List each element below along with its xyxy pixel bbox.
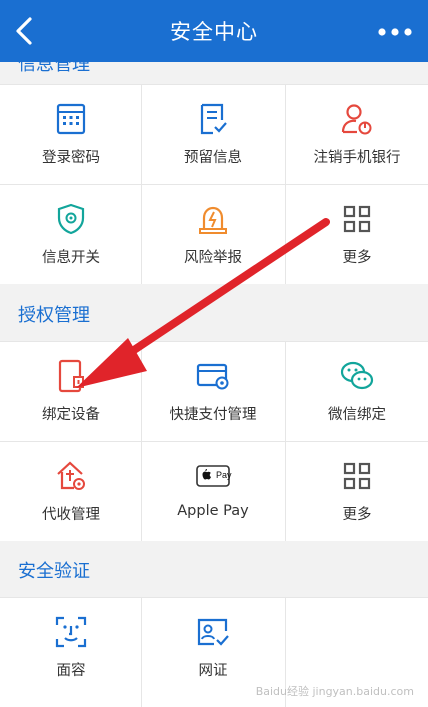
bind-device-item[interactable]: 绑定设备: [0, 341, 142, 440]
grid-icon: [343, 205, 371, 233]
risk-report-item[interactable]: 风险举报: [142, 184, 284, 283]
login-password-item[interactable]: 登录密码: [0, 84, 142, 183]
shield-gear-icon: [57, 203, 85, 235]
more-item[interactable]: 更多: [286, 441, 428, 540]
section-title: 安全验证: [18, 561, 90, 582]
item-label: 信息开关: [42, 250, 100, 266]
item-label: 代收管理: [42, 507, 100, 523]
item-label: 风险举报: [184, 250, 242, 266]
quick-pay-management-item[interactable]: 快捷支付管理: [142, 341, 284, 440]
document-check-icon: [200, 103, 227, 135]
item-label: Apple Pay: [177, 503, 249, 519]
item-label: 面容: [56, 663, 86, 679]
section-title: 授权管理: [18, 305, 90, 326]
keypad-icon: [56, 103, 86, 135]
id-card-icon: [197, 618, 229, 646]
face-scan-icon: [55, 616, 87, 648]
cancel-mobile-banking-item[interactable]: 注销手机银行: [286, 84, 428, 183]
item-label: 快捷支付管理: [169, 407, 257, 423]
section-header-verification: 安全验证: [0, 541, 428, 597]
grid-icon: [343, 462, 371, 490]
item-label: 注销手机银行: [313, 150, 401, 166]
authorization-grid: 绑定设备 快捷支付管理 微信绑定 代收管理 Pay Apple Pay 更多: [0, 341, 428, 541]
more-item[interactable]: 更多: [286, 184, 428, 283]
item-label: 更多: [342, 250, 372, 266]
item-label: 网证: [198, 663, 228, 679]
section-header-authorization: 授权管理: [0, 285, 428, 341]
alarm-light-icon: [199, 206, 227, 234]
apple-pay-item[interactable]: Pay Apple Pay: [142, 441, 284, 540]
top-bar: 安全中心: [0, 0, 428, 62]
item-label: 更多: [342, 507, 372, 523]
wechat-binding-item[interactable]: 微信绑定: [286, 341, 428, 440]
empty-cell: [286, 597, 428, 696]
face-id-item[interactable]: 面容: [0, 597, 142, 696]
watermark: Baidu经验 jingyan.baidu.com: [255, 685, 414, 698]
wechat-icon: [340, 361, 374, 390]
section-header-info: 信息管理: [0, 62, 428, 84]
network-id-item[interactable]: 网证: [142, 597, 284, 696]
info-management-grid: 登录密码 预留信息 注销手机银行 信息开关 风险举报 更多: [0, 84, 428, 284]
collection-management-item[interactable]: 代收管理: [0, 441, 142, 540]
more-dots-icon[interactable]: [372, 14, 418, 50]
info-switch-item[interactable]: 信息开关: [0, 184, 142, 283]
reserved-info-item[interactable]: 预留信息: [142, 84, 284, 183]
page-title: 安全中心: [170, 20, 258, 44]
apple-pay-badge-text: Pay: [216, 470, 232, 480]
item-label: 绑定设备: [42, 407, 100, 423]
user-power-icon: [341, 104, 372, 135]
house-collect-icon: [57, 461, 85, 490]
item-label: 微信绑定: [328, 407, 386, 423]
card-gear-icon: [196, 363, 229, 390]
item-label: 预留信息: [184, 150, 242, 166]
item-label: 登录密码: [42, 150, 100, 166]
device-icon: [58, 359, 84, 393]
section-title: 信息管理: [18, 62, 90, 75]
